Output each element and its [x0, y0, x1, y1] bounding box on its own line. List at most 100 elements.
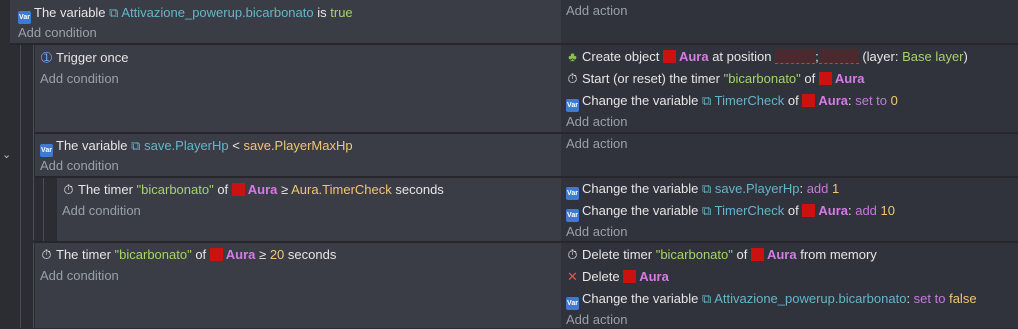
chevron-down-icon[interactable]: ⌄	[2, 148, 11, 161]
variable-ref-icon: ⧉	[131, 138, 141, 153]
variable-icon: Var	[18, 11, 31, 24]
variable-name: Attivazione_powerup.bicarbonato	[714, 291, 907, 306]
variable-icon: Var	[40, 144, 53, 157]
variable-icon: Var	[566, 209, 579, 222]
aura-object-icon	[802, 94, 816, 107]
add-condition-link[interactable]: Add condition	[40, 70, 119, 88]
comparison-value: 20	[269, 247, 285, 262]
action-change-variable[interactable]: Var Change the variable ⧉ TimerCheck of A…	[566, 202, 895, 222]
trigger-once-icon: ➀	[41, 50, 52, 65]
action-text: from memory	[800, 247, 877, 262]
event-gutter	[0, 0, 10, 328]
add-action-link[interactable]: Add action	[566, 2, 627, 20]
action-text: Delete	[582, 269, 620, 284]
variable-ref-icon: ⧉	[701, 291, 712, 306]
object-name: Aura	[247, 182, 278, 197]
add-action-link[interactable]: Add action	[566, 113, 627, 131]
operator: set to	[855, 93, 888, 108]
condition-text: The timer	[78, 182, 133, 197]
action-delete-object[interactable]: ✕ Delete Aura	[566, 268, 669, 286]
object-name: Aura	[818, 93, 848, 108]
condition-text: The variable	[34, 5, 106, 20]
operator: add	[806, 181, 829, 196]
action-text: Change the variable	[582, 181, 699, 196]
stopwatch-icon: ⏱	[41, 247, 52, 262]
action-text: Delete timer	[582, 247, 653, 262]
object-name: Aura	[678, 49, 709, 64]
variable-name: Attivazione_powerup.bicarbonato	[121, 5, 314, 20]
variable-name: save.PlayerHp	[714, 181, 800, 196]
condition-text: seconds	[287, 247, 337, 262]
condition-text: of	[195, 247, 207, 262]
comparison-value: save.PlayerMaxHp	[243, 138, 353, 153]
stopwatch-icon: ⏱	[567, 247, 578, 262]
event-3-actions[interactable]	[561, 134, 1018, 176]
value: false	[949, 291, 977, 306]
add-condition-link[interactable]: Add condition	[62, 202, 141, 220]
object-name: Aura	[818, 203, 848, 218]
aura-object-icon	[623, 270, 637, 283]
object-name: Aura	[834, 71, 865, 86]
condition-text: Trigger once	[56, 50, 129, 65]
event-2-condition[interactable]: ➀ Trigger once	[40, 49, 129, 67]
tree-line	[33, 243, 34, 328]
delete-x-icon: ✕	[567, 269, 578, 284]
condition-text: The variable	[56, 138, 128, 153]
action-text: at position	[712, 49, 772, 64]
event-4-condition[interactable]: ⏱ The timer "bicarbonato" of Aura ≥ Aura.…	[62, 181, 443, 199]
operator: add	[855, 203, 877, 218]
variable-name: TimerCheck	[714, 203, 785, 218]
comparison-operator: ≥	[259, 247, 267, 262]
comparison-value: Aura.TimerCheck	[291, 182, 392, 197]
event-5-condition[interactable]: ⏱ The timer "bicarbonato" of Aura ≥ 20 se…	[40, 246, 336, 264]
action-text: of	[804, 71, 816, 86]
tree-line	[20, 44, 21, 328]
action-text: (layer:	[862, 49, 899, 64]
add-action-link[interactable]: Add action	[566, 223, 627, 241]
action-delete-timer[interactable]: ⏱ Delete timer "bicarbonato" of Aura from…	[566, 246, 877, 264]
action-text: of	[787, 93, 799, 108]
variable-ref-icon: ⧉	[109, 5, 119, 20]
value: 1	[832, 181, 840, 196]
aura-object-icon	[750, 248, 764, 261]
timer-name: "bicarbonato"	[136, 182, 214, 197]
action-change-variable[interactable]: Var Change the variable ⧉ TimerCheck of A…	[566, 92, 898, 112]
action-change-variable[interactable]: Var Change the variable ⧉ save.PlayerHp: …	[566, 180, 840, 200]
object-name: Aura	[766, 247, 797, 262]
position-x-field[interactable]	[775, 49, 816, 64]
layer-name: Base layer	[902, 49, 964, 64]
variable-ref-icon: ⧉	[701, 181, 712, 196]
action-text: Change the variable	[582, 203, 699, 218]
event-1-condition[interactable]: Var The variable ⧉ Attivazione_powerup.bi…	[18, 4, 353, 24]
action-text: Change the variable	[582, 93, 699, 108]
condition-text: of	[217, 182, 229, 197]
add-condition-link[interactable]: Add condition	[18, 24, 97, 42]
action-text: of	[736, 247, 748, 262]
add-action-link[interactable]: Add action	[566, 135, 627, 153]
add-condition-link[interactable]: Add condition	[40, 267, 119, 285]
event-3-condition[interactable]: Var The variable ⧉ save.PlayerHp < save.P…	[40, 137, 353, 157]
aura-object-icon	[818, 72, 832, 85]
comparison-operator: <	[232, 138, 240, 153]
action-start-timer[interactable]: ⏱ Start (or reset) the timer "bicarbonato…	[566, 70, 865, 88]
action-text: Start (or reset) the timer	[582, 71, 720, 86]
variable-name: TimerCheck	[714, 93, 785, 108]
variable-name: save.PlayerHp	[144, 138, 229, 153]
action-create-object[interactable]: ♣ Create object Aura at position ; (layer…	[566, 48, 968, 66]
add-condition-link[interactable]: Add condition	[40, 157, 119, 175]
object-variable-icon: ⧉	[701, 93, 712, 108]
add-action-link[interactable]: Add action	[566, 311, 627, 329]
variable-icon: Var	[566, 297, 579, 310]
comparison-operator: ≥	[281, 182, 289, 197]
object-name: Aura	[225, 247, 256, 262]
object-variable-icon: ⧉	[701, 203, 712, 218]
object-name: Aura	[639, 269, 669, 284]
timer-name: "bicarbonato"	[655, 247, 733, 262]
action-change-variable[interactable]: Var Change the variable ⧉ Attivazione_pow…	[566, 290, 977, 310]
position-y-field[interactable]	[818, 49, 859, 64]
tree-line	[43, 177, 44, 241]
variable-icon: Var	[566, 187, 579, 200]
event-1-actions[interactable]	[561, 0, 1018, 43]
stopwatch-icon: ⏱	[63, 182, 74, 197]
aura-object-icon	[209, 248, 223, 261]
